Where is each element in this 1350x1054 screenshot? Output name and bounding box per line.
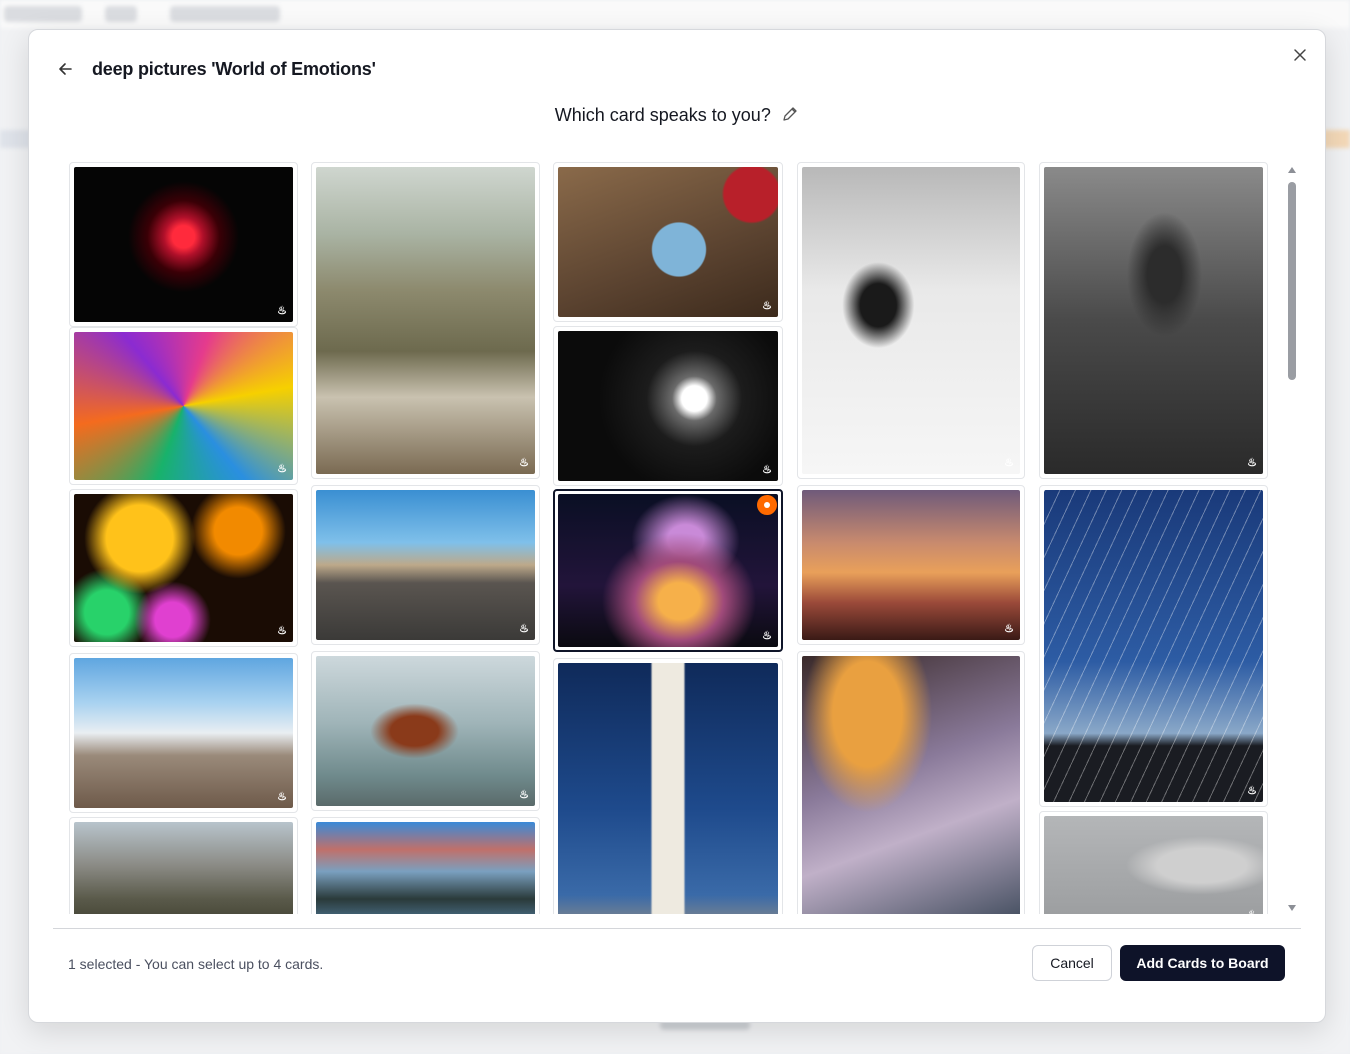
- scrollbar[interactable]: [1285, 167, 1299, 911]
- deck-logo-icon: ♨: [762, 464, 772, 476]
- card-image: ♨: [316, 656, 535, 806]
- card-desert-road[interactable]: ♨: [311, 485, 540, 645]
- deck-logo-icon: ♨: [519, 457, 529, 469]
- card-red-flower-on-black[interactable]: ♨: [69, 162, 298, 327]
- close-icon: [1294, 49, 1306, 61]
- deck-logo-icon: ♨: [1004, 623, 1014, 635]
- edit-question-button[interactable]: [781, 105, 799, 123]
- card-milky-way-silhouette[interactable]: ♨: [553, 489, 783, 652]
- card-mountain-valley[interactable]: ♨: [69, 817, 298, 914]
- scrollbar-thumb[interactable]: [1288, 182, 1296, 380]
- card-image: ♨: [802, 490, 1020, 640]
- deck-logo-icon: ♨: [1247, 785, 1257, 797]
- card-picker-dialog: deep pictures 'World of Emotions' Which …: [28, 29, 1326, 1023]
- card-image: ♨: [74, 332, 293, 480]
- close-button[interactable]: [1289, 44, 1311, 66]
- selection-status: 1 selected - You can select up to 4 card…: [68, 956, 324, 972]
- card-image: ♨: [74, 167, 293, 322]
- cancel-button[interactable]: Cancel: [1032, 945, 1112, 981]
- question-text: Which card speaks to you?: [554, 105, 771, 125]
- dialog-title: deep pictures 'World of Emotions': [92, 59, 376, 79]
- card-image: ♨: [558, 494, 778, 647]
- pencil-icon: [783, 107, 797, 121]
- deck-logo-icon: ♨: [277, 625, 287, 637]
- deck-logo-icon: ♨: [277, 463, 287, 475]
- question-header: Which card speaks to you?: [29, 105, 1325, 126]
- background-pill: [105, 6, 137, 22]
- card-image: ♨: [316, 490, 535, 640]
- back-button[interactable]: [55, 58, 77, 80]
- card-fireworks[interactable]: ♨: [69, 489, 298, 647]
- card-cyclists-sunset[interactable]: ♨: [797, 485, 1025, 645]
- card-image: ♨: [316, 822, 535, 914]
- deck-logo-icon: ♨: [1247, 457, 1257, 469]
- card-lake-reflection[interactable]: ♨: [311, 817, 540, 914]
- card-image: ♨: [802, 167, 1020, 474]
- scroll-down-arrow-icon[interactable]: [1288, 905, 1296, 911]
- add-cards-button[interactable]: Add Cards to Board: [1120, 945, 1285, 981]
- card-image: ♨: [558, 167, 778, 317]
- card-image: ♨: [558, 663, 778, 914]
- deck-logo-icon: ♨: [277, 791, 287, 803]
- background-pill: [170, 6, 280, 22]
- card-grid: ♨♨♨♨♨♨♨♨♨♨♨♨♨♨♨♨♨♨♨: [69, 162, 1274, 914]
- card-image: ♨: [1044, 490, 1263, 802]
- scroll-up-arrow-icon[interactable]: [1288, 167, 1296, 173]
- deck-logo-icon: ♨: [519, 789, 529, 801]
- card-image: ♨: [74, 494, 293, 642]
- deck-logo-icon: ♨: [762, 630, 772, 642]
- selected-indicator-icon: [757, 495, 777, 515]
- card-image: ♨: [1044, 167, 1263, 474]
- card-rain-streaks-umbrella[interactable]: ♨: [1039, 485, 1268, 807]
- deck-logo-icon: ♨: [762, 300, 772, 312]
- card-boy-shouting-microphone[interactable]: ♨: [1039, 811, 1268, 914]
- card-splashing-water[interactable]: ♨: [797, 651, 1025, 914]
- card-painted-face[interactable]: ♨: [69, 327, 298, 485]
- card-image: ♨: [316, 167, 535, 474]
- background-topbar: [0, 0, 1350, 28]
- deck-logo-icon: ♨: [519, 623, 529, 635]
- card-image: ♨: [74, 822, 293, 914]
- card-image: ♨: [74, 658, 293, 808]
- deck-logo-icon: ♨: [277, 305, 287, 317]
- card-image: ♨: [1044, 816, 1263, 914]
- card-image: ♨: [558, 331, 778, 481]
- card-lighthouse-night[interactable]: ♨: [553, 658, 783, 914]
- deck-logo-icon: ♨: [1004, 457, 1014, 469]
- card-breakfast-table[interactable]: ♨: [553, 162, 783, 322]
- card-rusty-shipwreck[interactable]: ♨: [311, 651, 540, 811]
- deck-logo-icon: ♨: [1245, 908, 1259, 914]
- card-underwater-woman[interactable]: ♨: [1039, 162, 1268, 479]
- background-pill: [4, 6, 82, 22]
- card-woman-holding-hand[interactable]: ♨: [311, 162, 540, 479]
- card-face-in-dark-light[interactable]: ♨: [553, 326, 783, 486]
- arrow-left-icon: [59, 63, 72, 75]
- footer-divider: [53, 928, 1301, 929]
- card-silhouette-with-particles[interactable]: ♨: [797, 162, 1025, 479]
- card-image: ♨: [802, 656, 1020, 914]
- card-stacked-stones-beach[interactable]: ♨: [69, 653, 298, 813]
